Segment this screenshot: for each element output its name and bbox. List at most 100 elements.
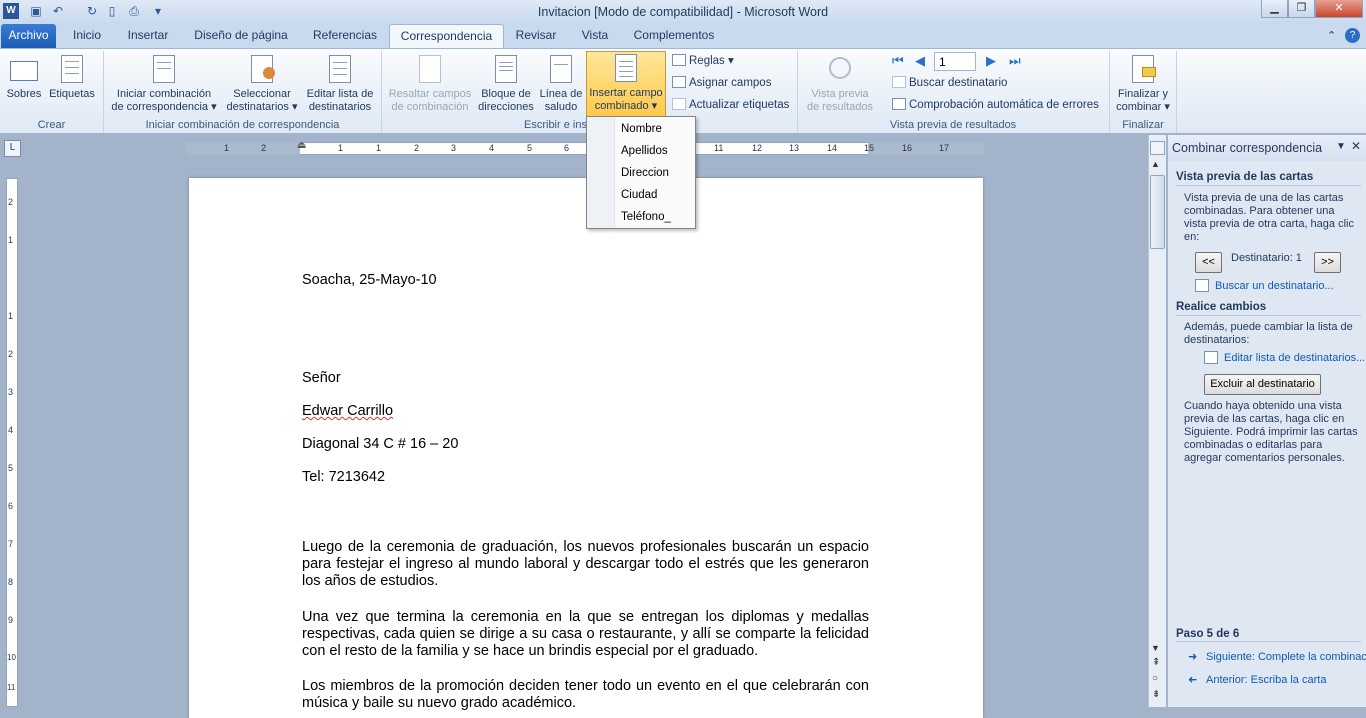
preview-heading: Vista previa de las cartas (1176, 171, 1314, 183)
vruler-tick: 4 (8, 425, 14, 435)
menu-item-direccion[interactable]: Direccion (621, 167, 669, 179)
salutation-line[interactable]: Señor (302, 370, 341, 387)
bloque-direcciones-button[interactable]: Bloque de direcciones (476, 53, 536, 114)
ruler-tick: 1 (338, 143, 344, 153)
linea-saludo-button[interactable]: Línea de saludo (537, 53, 585, 114)
next-step-description: Cuando haya obtenido una vista previa de… (1184, 400, 1358, 464)
sobres-button[interactable]: Sobres (4, 53, 44, 101)
start-merge-icon (149, 53, 179, 85)
tab-correspondencia[interactable]: Correspondencia (389, 24, 504, 48)
menu-item-nombre[interactable]: Nombre (621, 123, 662, 135)
document-page[interactable]: Soacha, 25-Mayo-10 Señor Edwar Carrillo … (189, 178, 983, 718)
next-record-icon[interactable]: ▶ (986, 53, 996, 69)
iniciar-label-1: Iniciar combinación (116, 88, 212, 100)
resaltar-label-2: de combinación (391, 101, 469, 113)
insertar-campo-combinado-button[interactable]: Insertar campo combinado ▾ (586, 51, 666, 118)
ruler-tick: 5 (527, 143, 533, 153)
resaltar-campos-button[interactable]: Resaltar campos de combinación (386, 53, 474, 114)
record-number-input[interactable]: 1 (934, 52, 976, 71)
paragraph-1[interactable]: Luego de la ceremonia de graduación, los… (302, 539, 869, 590)
indent-marker-icon[interactable]: ⏏ (297, 140, 306, 151)
actualizar-etiquetas-button[interactable]: Actualizar etiquetas (672, 96, 789, 114)
greeting-line-icon (546, 53, 576, 85)
group-divider (1176, 51, 1177, 133)
find-recipient-link[interactable]: Buscar un destinatario... (1215, 280, 1334, 292)
next-page-icon[interactable]: ⇟ (1152, 689, 1160, 700)
vruler-tick: 3 (8, 387, 14, 397)
vruler-tick: 9 (8, 615, 14, 625)
edit-recipients-link[interactable]: Editar lista de destinatarios... (1224, 352, 1365, 364)
tab-selector-button[interactable]: L (4, 140, 21, 157)
arrow-left-icon: ➜ (1188, 674, 1198, 686)
ruler-tick: 1 (224, 143, 230, 153)
recipient-name-line[interactable]: Edwar Carrillo (302, 403, 393, 420)
next-step-link[interactable]: Siguiente: Complete la combinación (1206, 651, 1366, 663)
next-recipient-button[interactable]: >> (1314, 252, 1341, 273)
date-line[interactable]: Soacha, 25-Mayo-10 (302, 272, 437, 289)
tab-revisar[interactable]: Revisar (508, 24, 564, 48)
scroll-up-icon[interactable]: ▲ (1151, 159, 1160, 169)
scroll-down-icon[interactable]: ▼ (1151, 643, 1160, 653)
editar-lista-button[interactable]: Editar lista de destinatarios (302, 53, 378, 114)
etiquetas-button[interactable]: Etiquetas (46, 53, 98, 101)
tab-diseno-de-pagina[interactable]: Diseño de página (186, 24, 296, 48)
vruler-tick: 7 (8, 539, 14, 549)
ruler-tick: 15 (864, 143, 875, 153)
ruler-tick: 2 (414, 143, 420, 153)
buscar-destinatario-button[interactable]: Buscar destinatario (892, 74, 1007, 92)
previous-page-icon[interactable]: ⇞ (1152, 657, 1160, 668)
restore-button[interactable]: ❐ (1288, 0, 1315, 18)
previous-recipient-button[interactable]: << (1195, 252, 1222, 273)
vruler-tick: 6 (8, 501, 14, 511)
pane-menu-icon[interactable]: ▼ (1336, 141, 1346, 152)
tab-vista[interactable]: Vista (570, 24, 620, 48)
vertical-scrollbar[interactable]: ▲ ▼ ⇞ ○ ⇟ (1148, 135, 1166, 707)
tab-archivo[interactable]: Archivo (1, 24, 56, 48)
find-recipient-icon (1195, 279, 1209, 292)
comprobacion-errores-button[interactable]: Comprobación automática de errores (892, 96, 1099, 114)
close-pane-icon[interactable]: ✕ (1351, 139, 1361, 153)
address-line[interactable]: Diagonal 34 C # 16 – 20 (302, 436, 458, 453)
ruler-toggle-icon[interactable] (1150, 141, 1165, 155)
menu-item-telefono[interactable]: Teléfono_ (621, 211, 671, 223)
last-record-icon[interactable]: ⏭ (1009, 53, 1021, 69)
exclude-recipient-button[interactable]: Excluir al destinatario (1204, 374, 1321, 395)
group-label-finalizar: Finalizar (1122, 119, 1164, 131)
menu-icon-strip (587, 117, 615, 228)
browse-object-icon[interactable]: ○ (1152, 673, 1158, 684)
insert-merge-field-icon (611, 52, 641, 84)
scrollbar-thumb[interactable] (1150, 175, 1165, 249)
tab-insertar[interactable]: Insertar (118, 24, 178, 48)
help-icon[interactable]: ? (1345, 28, 1360, 43)
minimize-button[interactable]: ▁ (1261, 0, 1288, 18)
tab-referencias[interactable]: Referencias (304, 24, 386, 48)
rules-icon (672, 54, 686, 66)
phone-line[interactable]: Tel: 7213642 (302, 469, 385, 486)
envelope-icon (9, 53, 39, 85)
collapse-ribbon-icon[interactable]: ⌃ (1327, 29, 1336, 42)
vertical-ruler[interactable]: 2 1 1 2 3 4 5 6 7 8 9 10 11 (6, 178, 18, 707)
menu-item-ciudad[interactable]: Ciudad (621, 189, 657, 201)
seleccionar-label-2: destinatarios ▾ (226, 101, 298, 113)
finalizar-combinar-button[interactable]: Finalizar y combinar ▾ (1113, 53, 1173, 114)
reglas-button[interactable]: Reglas ▾ (672, 52, 734, 70)
arrow-right-icon: ➜ (1188, 651, 1198, 663)
iniciar-combinacion-button[interactable]: Iniciar combinación de correspondencia ▾ (108, 53, 220, 114)
vista-label-2: de resultados (806, 101, 874, 113)
previous-record-icon[interactable]: ◀ (915, 53, 925, 69)
linea-label-2: saludo (544, 101, 578, 113)
vista-previa-button[interactable]: Vista previa de resultados (802, 53, 878, 114)
menu-item-apellidos[interactable]: Apellidos (621, 145, 668, 157)
paragraph-2[interactable]: Una vez que termina la ceremonia en la q… (302, 609, 869, 660)
tab-complementos[interactable]: Complementos (626, 24, 722, 48)
asignar-campos-button[interactable]: Asignar campos (672, 74, 771, 92)
vruler-tick: 2 (8, 349, 14, 359)
ribbon-tabs: Archivo Inicio Insertar Diseño de página… (0, 24, 1366, 48)
previous-step-link[interactable]: Anterior: Escriba la carta (1206, 674, 1326, 686)
tab-inicio[interactable]: Inicio (62, 24, 112, 48)
seleccionar-destinatarios-button[interactable]: Seleccionar destinatarios ▾ (222, 53, 302, 114)
step-indicator: Paso 5 de 6 (1176, 628, 1240, 640)
close-window-button[interactable]: ✕ (1315, 0, 1363, 18)
ruler-tick: 1 (376, 143, 382, 153)
first-record-icon[interactable]: ⏮ (892, 53, 904, 69)
